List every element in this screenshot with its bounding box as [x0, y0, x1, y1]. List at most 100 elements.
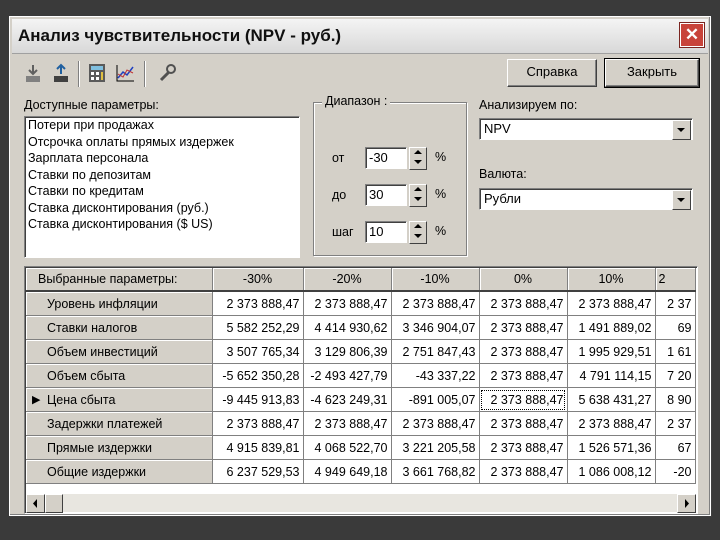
column-header[interactable]: -20% — [303, 268, 392, 292]
help-button[interactable]: Справка — [507, 59, 597, 87]
table-row[interactable]: Объем инвестиций 3 507 765,34 3 129 806,39… — [26, 339, 696, 364]
list-item[interactable]: Ставки по депозитам — [25, 167, 299, 184]
grid-cell[interactable]: 2 373 888,47 — [391, 291, 480, 316]
horizontal-scrollbar[interactable] — [26, 494, 696, 513]
grid-cell[interactable]: 2 373 888,47 — [567, 291, 656, 316]
step-field[interactable]: 10 — [365, 221, 407, 243]
row-header[interactable]: Объем сбыта — [26, 363, 213, 388]
close-button[interactable]: Закрыть — [604, 58, 700, 88]
to-field[interactable]: 30 — [365, 184, 407, 206]
spin-down-icon[interactable] — [414, 234, 422, 238]
scroll-left-icon[interactable] — [26, 494, 45, 513]
grid-cell[interactable]: -891 005,07 — [391, 387, 480, 412]
grid-cell[interactable]: 2 373 888,47 — [212, 411, 304, 436]
grid-cell[interactable]: 3 221 205,58 — [391, 435, 480, 460]
export-up-icon[interactable] — [50, 62, 72, 84]
column-header[interactable]: 10% — [567, 268, 656, 292]
grid-cell[interactable]: 2 373 888,47 — [212, 291, 304, 316]
grid-cell[interactable]: 3 346 904,07 — [391, 315, 480, 340]
chart-icon[interactable] — [114, 62, 136, 84]
grid-cell[interactable]: 2 37 — [655, 411, 696, 436]
scroll-right-icon[interactable] — [677, 494, 696, 513]
table-row[interactable]: Уровень инфляции 2 373 888,47 2 373 888,47… — [26, 291, 696, 316]
currency-select[interactable]: Рубли — [479, 188, 693, 210]
row-header[interactable]: Объем инвестиций — [26, 339, 213, 364]
grid-cell[interactable]: 3 661 768,82 — [391, 459, 480, 484]
table-row[interactable]: ▶ Цена сбыта -9 445 913,83 -4 623 249,31 -89… — [26, 387, 696, 412]
analyze-select[interactable]: NPV — [479, 118, 693, 140]
grid-cell[interactable]: 2 373 888,47 — [303, 411, 392, 436]
grid-cell[interactable]: 67 — [655, 435, 696, 460]
grid-cell[interactable]: 1 61 — [655, 339, 696, 364]
row-header[interactable]: Ставки налогов — [26, 315, 213, 340]
grid-cell[interactable]: 4 068 522,70 — [303, 435, 392, 460]
spin-up-icon[interactable] — [414, 224, 422, 228]
grid-cell[interactable]: 69 — [655, 315, 696, 340]
grid-cell[interactable]: -2 493 427,79 — [303, 363, 392, 388]
list-item[interactable]: Отсрочка оплаты прямых издержек — [25, 134, 299, 151]
grid-cell[interactable]: 2 373 888,47 — [479, 459, 568, 484]
from-spinner[interactable] — [409, 147, 427, 170]
column-header[interactable]: -30% — [212, 268, 304, 292]
grid-cell[interactable]: 3 507 765,34 — [212, 339, 304, 364]
spin-up-icon[interactable] — [414, 187, 422, 191]
available-params-list[interactable]: Потери при продажах Отсрочка оплаты прям… — [24, 116, 300, 258]
grid-cell[interactable]: -20 — [655, 459, 696, 484]
grid-cell[interactable]: 8 90 — [655, 387, 696, 412]
grid-cell[interactable]: 7 20 — [655, 363, 696, 388]
row-header[interactable]: Общие издержки — [26, 459, 213, 484]
grid-cell[interactable]: 2 373 888,47 — [479, 363, 568, 388]
import-down-icon[interactable] — [22, 62, 44, 84]
grid-cell[interactable]: 1 526 571,36 — [567, 435, 656, 460]
grid-cell[interactable]: 4 791 114,15 — [567, 363, 656, 388]
grid-cell[interactable]: 2 373 888,47 — [391, 411, 480, 436]
table-row[interactable]: Задержки платежей 2 373 888,47 2 373 888,4… — [26, 411, 696, 436]
grid-cell[interactable]: 2 373 888,47 — [479, 435, 568, 460]
grid-cell[interactable]: 1 086 008,12 — [567, 459, 656, 484]
grid-cell[interactable]: 1 995 929,51 — [567, 339, 656, 364]
list-item[interactable]: Ставка дисконтирования ($ US) — [25, 216, 299, 233]
grid-cell[interactable]: 4 915 839,81 — [212, 435, 304, 460]
wrench-icon[interactable] — [156, 62, 178, 84]
column-header[interactable]: -10% — [391, 268, 480, 292]
grid-cell[interactable]: 2 373 888,47 — [479, 411, 568, 436]
step-spinner[interactable] — [409, 221, 427, 244]
table-row[interactable]: Объем сбыта -5 652 350,28 -2 493 427,79 -43… — [26, 363, 696, 388]
row-header[interactable]: Прямые издержки — [26, 435, 213, 460]
list-item[interactable]: Ставки по кредитам — [25, 183, 299, 200]
close-window-button[interactable]: ✕ — [680, 23, 704, 47]
grid-cell[interactable]: 1 491 889,02 — [567, 315, 656, 340]
from-field[interactable]: -30 — [365, 147, 407, 169]
grid-cell[interactable]: 6 237 529,53 — [212, 459, 304, 484]
grid-cell[interactable]: -4 623 249,31 — [303, 387, 392, 412]
calculator-icon[interactable] — [86, 62, 108, 84]
grid-cell[interactable]: 2 37 — [655, 291, 696, 316]
grid-cell[interactable]: 4 949 649,18 — [303, 459, 392, 484]
results-grid[interactable]: Выбранные параметры: -30% -20% -10% 0% 1… — [24, 266, 698, 514]
list-item[interactable]: Зарплата персонала — [25, 150, 299, 167]
scroll-thumb[interactable] — [45, 494, 63, 513]
table-row[interactable]: Ставки налогов 5 582 252,29 4 414 930,62 3 … — [26, 315, 696, 340]
grid-cell[interactable]: -43 337,22 — [391, 363, 480, 388]
grid-cell[interactable]: 4 414 930,62 — [303, 315, 392, 340]
row-header[interactable]: Уровень инфляции — [26, 291, 213, 316]
row-header[interactable]: ▶ Цена сбыта — [26, 387, 213, 412]
column-header[interactable]: 2 — [655, 268, 696, 292]
grid-cell[interactable]: -5 652 350,28 — [212, 363, 304, 388]
column-header[interactable]: 0% — [479, 268, 568, 292]
spin-down-icon[interactable] — [414, 197, 422, 201]
grid-cell[interactable]: 5 638 431,27 — [567, 387, 656, 412]
row-header[interactable]: Задержки платежей — [26, 411, 213, 436]
grid-cell[interactable]: -9 445 913,83 — [212, 387, 304, 412]
grid-cell[interactable]: 2 373 888,47 — [567, 411, 656, 436]
to-spinner[interactable] — [409, 184, 427, 207]
list-item[interactable]: Ставка дисконтирования (руб.) — [25, 200, 299, 217]
spin-down-icon[interactable] — [414, 160, 422, 164]
grid-cell[interactable]: 5 582 252,29 — [212, 315, 304, 340]
list-item[interactable]: Потери при продажах — [25, 117, 299, 134]
grid-cell[interactable]: 2 373 888,47 — [479, 339, 568, 364]
spin-up-icon[interactable] — [414, 150, 422, 154]
table-row[interactable]: Прямые издержки 4 915 839,81 4 068 522,70 3… — [26, 435, 696, 460]
grid-cell[interactable]: 2 373 888,47 — [303, 291, 392, 316]
chevron-down-icon[interactable] — [672, 120, 691, 140]
